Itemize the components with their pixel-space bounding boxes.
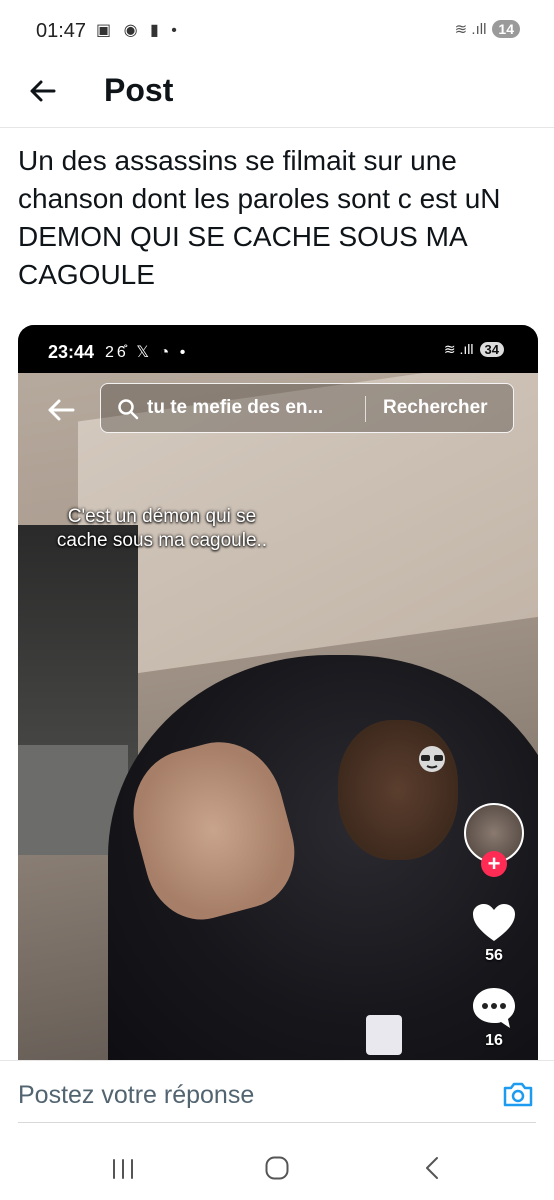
search-icon [118,399,139,420]
comment-count: 16 [485,1032,503,1049]
recent-apps-icon[interactable] [110,1158,136,1180]
embedded-search-button: Rechercher [383,397,488,418]
reply-composer[interactable]: Postez votre réponse [0,1060,554,1124]
hoodie-logo [366,1015,402,1055]
back-arrow-icon[interactable] [26,74,60,108]
status-bar: 01:47 ▣ ◉ ▮ • ≋ .ıll 14 [0,0,554,60]
home-icon[interactable] [264,1155,290,1181]
follow-plus-icon: + [481,851,507,877]
status-notification-icons: ▣ ◉ ▮ • [96,22,181,39]
page-title: Post [104,72,174,108]
sunglasses-emoji-icon [419,746,445,772]
search-divider [365,396,366,422]
post-media-image[interactable]: 23:44 26̊ 𝕏 ◔ • ≋ .ıll 34 tu te mefie de… [18,325,538,1060]
status-time: 01:47 [36,20,87,42]
like-count: 56 [485,947,503,964]
reply-input[interactable]: Postez votre réponse [18,1081,254,1110]
embedded-status-icons: 26̊ 𝕏 ◔ • [105,344,189,361]
embedded-status-time: 23:44 [48,342,95,362]
post-header: Post [0,60,554,128]
reply-divider [18,1122,536,1123]
heart-icon [473,904,515,941]
system-nav-bar [0,1130,554,1200]
embedded-back-arrow-icon [48,399,75,421]
embedded-status-right: ≋ .ıll 34 [444,341,504,358]
embedded-battery-icon: 34 [479,342,504,357]
comment-bubble-icon [473,988,515,1028]
camera-icon[interactable] [502,1079,534,1109]
back-icon[interactable] [422,1155,442,1181]
video-caption: C'est un démon qui se cache sous ma cago… [56,506,268,551]
embedded-search-bar: tu te mefie des en... Rechercher [100,383,514,433]
battery-icon: 14 [492,20,520,38]
embedded-status-bar: 23:44 26̊ 𝕏 ◔ • ≋ .ıll 34 [18,325,538,373]
wifi-signal-icon: ≋ .ıll [454,21,487,38]
status-right: ≋ .ıll 14 [455,20,520,38]
post-text: Un des assassins se filmait sur une chan… [18,145,501,290]
embedded-wifi-signal-icon: ≋ .ıll [443,341,474,357]
video-person-face [338,720,458,860]
embedded-search-query: tu te mefie des en... [147,397,324,418]
